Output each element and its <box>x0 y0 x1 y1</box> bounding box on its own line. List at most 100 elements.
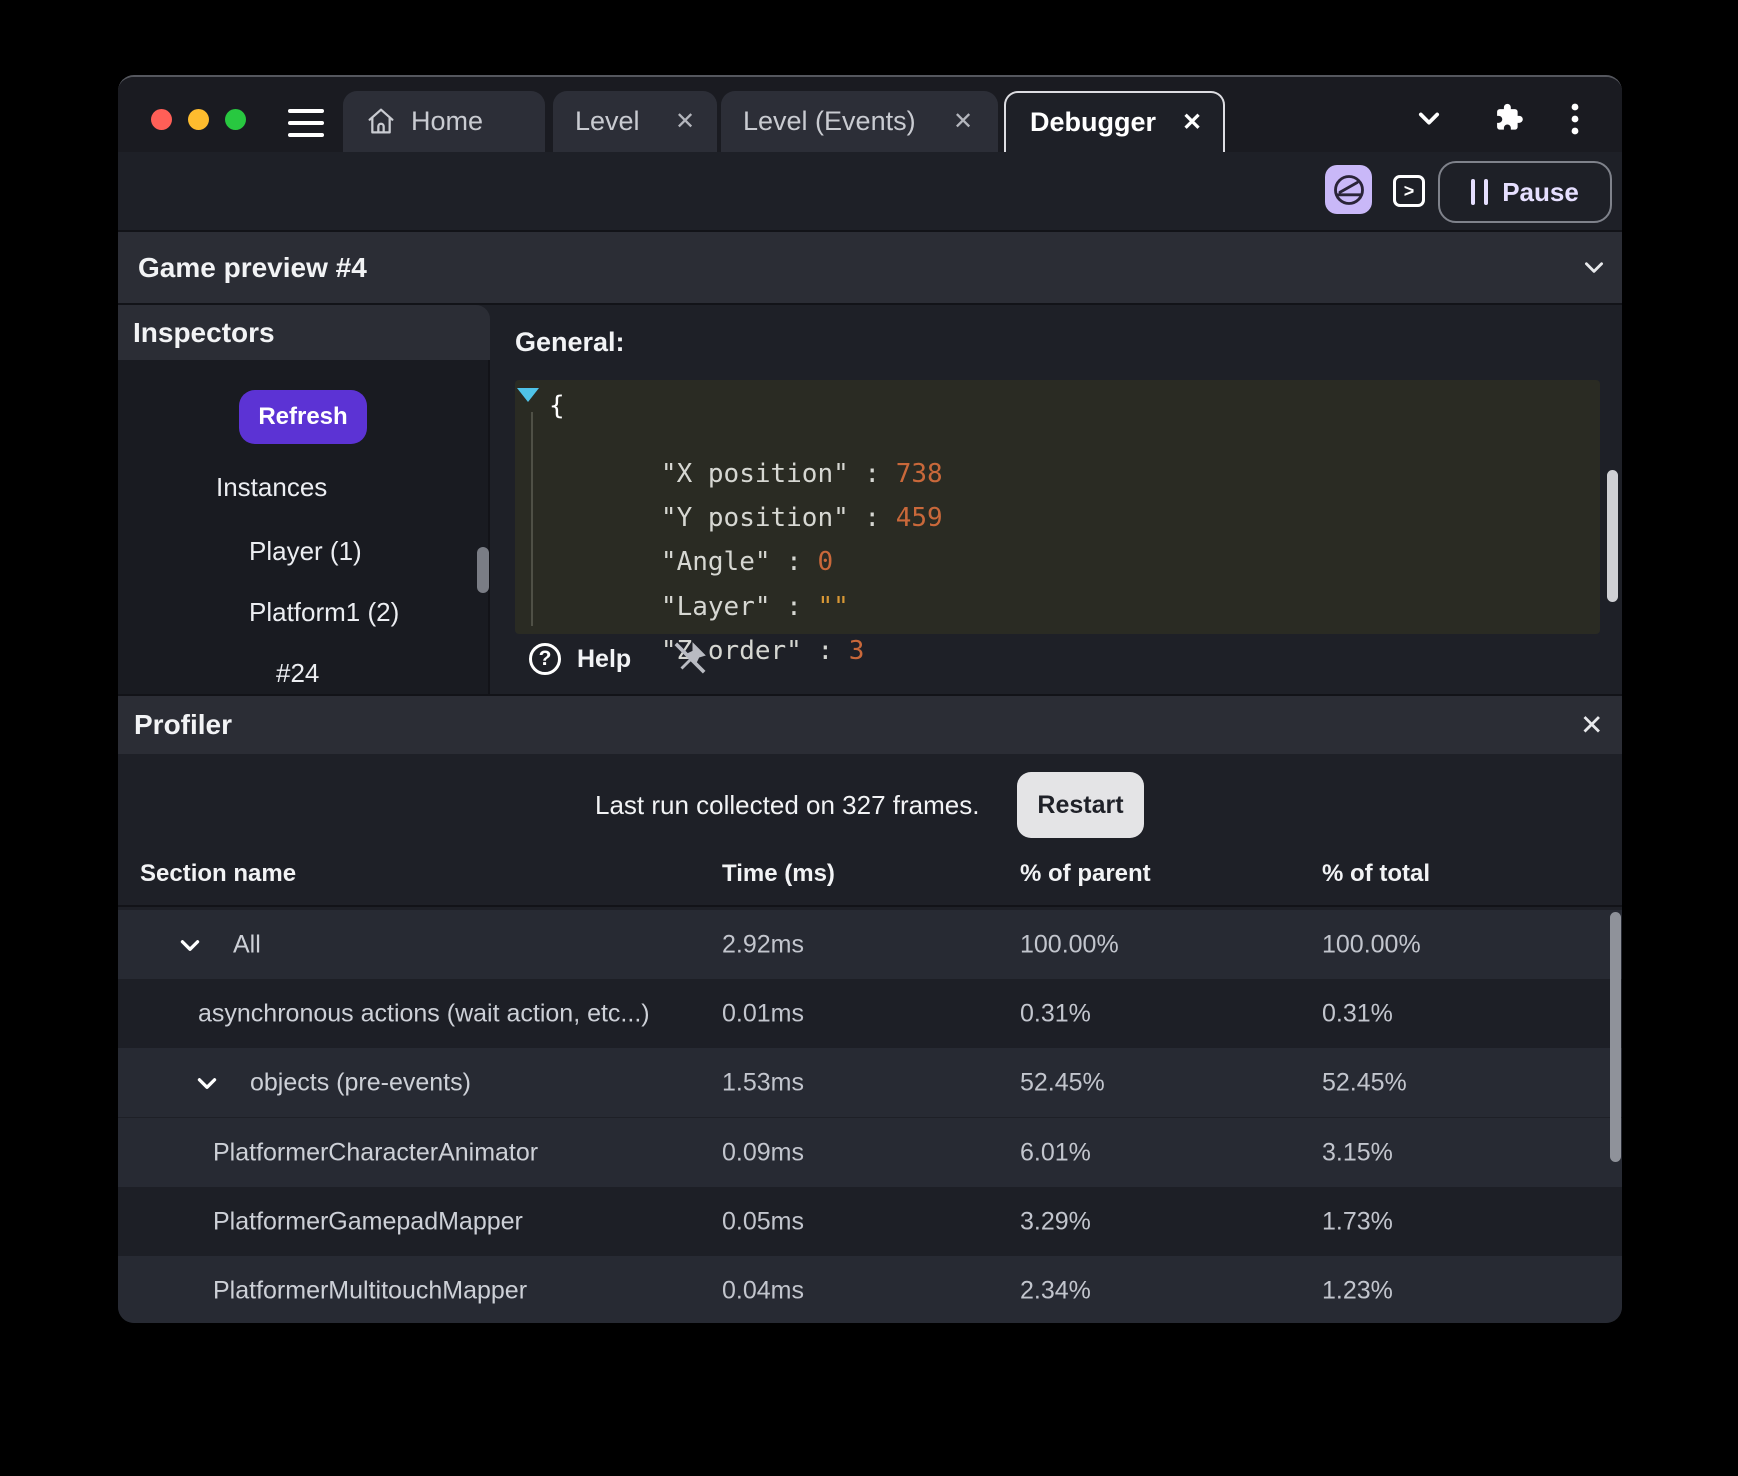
json-line: "Y position" : 459 <box>567 470 943 502</box>
collapse-triangle-icon[interactable] <box>517 388 539 402</box>
header-percent-of-parent: % of parent <box>1020 860 1151 888</box>
row-section-name: PlatformerMultitouchMapper <box>213 1276 527 1305</box>
profiler-header: Profiler ✕ <box>118 694 1622 754</box>
tree-item-instances[interactable]: Instances <box>216 472 327 503</box>
json-line: "X position" : 738 <box>567 426 943 458</box>
chevron-down-icon[interactable] <box>194 1070 220 1096</box>
row-percent-of-parent: 3.29% <box>1020 1207 1091 1236</box>
debugger-toolbar: > Pause <box>118 152 1622 230</box>
header-percent-of-total: % of total <box>1322 860 1430 888</box>
tab-label: Level <box>575 106 640 137</box>
close-icon[interactable]: ✕ <box>1182 108 1202 137</box>
game-preview-bar[interactable]: Game preview #4 <box>118 230 1622 305</box>
json-value: 3 <box>849 636 865 666</box>
speed-limiter-icon[interactable] <box>1325 165 1372 214</box>
table-row[interactable]: PlatformerCharacterAnimator 0.09ms 6.01%… <box>118 1118 1622 1187</box>
row-percent-of-parent: 2.34% <box>1020 1276 1091 1305</box>
row-percent-of-total: 100.00% <box>1322 930 1421 959</box>
close-icon[interactable]: ✕ <box>675 107 695 136</box>
json-value: 459 <box>896 503 943 533</box>
tab-home[interactable]: Home <box>343 91 545 152</box>
header-section-name: Section name <box>140 860 296 888</box>
pause-icon <box>1471 179 1488 205</box>
menu-hamburger-icon[interactable] <box>288 109 324 137</box>
row-percent-of-total: 0.31% <box>1322 999 1393 1028</box>
table-row[interactable]: PlatformerMultitouchMapper 0.04ms 2.34% … <box>118 1256 1622 1323</box>
minimize-traffic-light[interactable] <box>188 109 209 130</box>
row-section-name: asynchronous actions (wait action, etc..… <box>198 999 650 1028</box>
json-open-brace: { <box>549 390 565 422</box>
json-separator: : <box>849 503 896 533</box>
json-line: "Z order" : 3 <box>567 603 864 635</box>
chevron-down-icon[interactable] <box>177 932 203 958</box>
chevron-down-icon[interactable] <box>1415 104 1443 132</box>
instance-properties-json: { "X position" : 738 "Y position" : 459 … <box>515 380 1600 634</box>
table-row[interactable]: All 2.92ms 100.00% 100.00% <box>118 910 1622 979</box>
tree-guide-line <box>531 412 533 626</box>
sidebar-scrollbar-thumb[interactable] <box>477 547 489 593</box>
tree-item-instance-24[interactable]: #24 <box>276 658 319 689</box>
titlebar: Home Level ✕ Level (Events) ✕ Debugger ✕ <box>118 77 1622 152</box>
json-line: "Layer" : "" <box>567 559 849 591</box>
tab-level[interactable]: Level ✕ <box>553 91 717 152</box>
inspectors-header: Inspectors <box>118 305 490 360</box>
home-icon <box>365 105 397 137</box>
pause-label: Pause <box>1502 177 1579 208</box>
row-time: 0.01ms <box>722 999 804 1028</box>
json-separator: : <box>802 636 849 666</box>
profiler-scrollbar-thumb[interactable] <box>1610 912 1621 1162</box>
restart-button[interactable]: Restart <box>1017 772 1144 838</box>
close-traffic-light[interactable] <box>151 109 172 130</box>
game-preview-title: Game preview #4 <box>138 252 367 284</box>
table-row[interactable]: PlatformerGamepadMapper 0.05ms 3.29% 1.7… <box>118 1187 1622 1256</box>
row-percent-of-parent: 100.00% <box>1020 930 1119 959</box>
tab-label: Debugger <box>1030 107 1156 138</box>
row-percent-of-parent: 0.31% <box>1020 999 1091 1028</box>
row-percent-of-parent: 6.01% <box>1020 1138 1091 1167</box>
row-time: 0.04ms <box>722 1276 804 1305</box>
tree-item-player[interactable]: Player (1) <box>249 536 362 567</box>
chevron-down-icon[interactable] <box>1581 254 1607 280</box>
row-time: 1.53ms <box>722 1068 804 1097</box>
kebab-menu-icon[interactable] <box>1570 102 1580 136</box>
row-percent-of-total: 3.15% <box>1322 1138 1393 1167</box>
tab-debugger[interactable]: Debugger ✕ <box>1004 91 1225 152</box>
json-line: "Angle" : 0 <box>567 514 833 546</box>
general-title: General: <box>515 327 625 358</box>
row-time: 2.92ms <box>722 930 804 959</box>
header-time: Time (ms) <box>722 860 835 888</box>
zoom-traffic-light[interactable] <box>225 109 246 130</box>
tree-item-platform1[interactable]: Platform1 (2) <box>249 597 399 628</box>
row-percent-of-parent: 52.45% <box>1020 1068 1105 1097</box>
close-icon[interactable]: ✕ <box>953 107 973 136</box>
profiler-title: Profiler <box>134 709 232 741</box>
row-section-name: All <box>233 930 261 959</box>
profiler-status-text: Last run collected on 327 frames. <box>595 790 979 821</box>
row-percent-of-total: 52.45% <box>1322 1068 1407 1097</box>
console-icon[interactable]: > <box>1393 175 1425 207</box>
tab-level-events[interactable]: Level (Events) ✕ <box>721 91 998 152</box>
table-row[interactable]: asynchronous actions (wait action, etc..… <box>118 979 1622 1048</box>
row-section-name: PlatformerCharacterAnimator <box>213 1138 538 1167</box>
help-icon[interactable]: ? <box>529 643 561 675</box>
row-section-name: PlatformerGamepadMapper <box>213 1207 523 1236</box>
inspectors-title: Inspectors <box>133 317 275 349</box>
tab-label: Home <box>411 106 483 137</box>
debugger-window: Home Level ✕ Level (Events) ✕ Debugger ✕… <box>118 75 1622 1323</box>
inspectors-panel: Refresh Instances Player (1) Platform1 (… <box>118 360 490 694</box>
table-row[interactable]: objects (pre-events) 1.53ms 52.45% 52.45… <box>118 1048 1622 1117</box>
pin-off-icon[interactable] <box>670 637 710 679</box>
row-time: 0.09ms <box>722 1138 804 1167</box>
profiler-table-header: Section name Time (ms) % of parent % of … <box>118 852 1622 907</box>
help-label[interactable]: Help <box>577 645 631 674</box>
close-icon[interactable]: ✕ <box>1580 709 1603 742</box>
tab-label: Level (Events) <box>743 106 916 137</box>
pause-button[interactable]: Pause <box>1438 161 1612 223</box>
row-time: 0.05ms <box>722 1207 804 1236</box>
refresh-button[interactable]: Refresh <box>239 390 367 444</box>
row-section-name: objects (pre-events) <box>250 1068 471 1097</box>
row-percent-of-total: 1.23% <box>1322 1276 1393 1305</box>
general-scrollbar-thumb[interactable] <box>1607 470 1618 602</box>
row-percent-of-total: 1.73% <box>1322 1207 1393 1236</box>
extensions-puzzle-icon[interactable] <box>1491 101 1525 135</box>
